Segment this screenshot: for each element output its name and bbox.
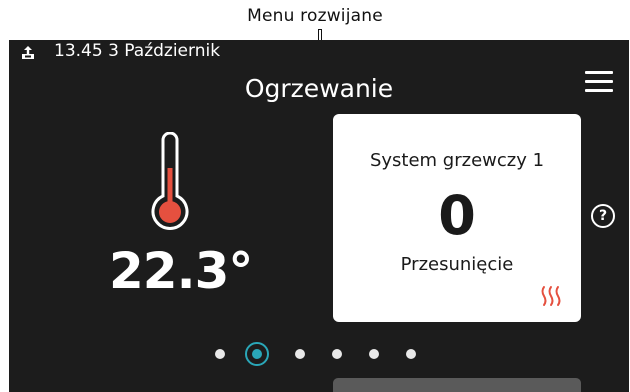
current-temperature: 22.3°: [109, 242, 253, 300]
heat-waves-icon: [541, 286, 561, 306]
page-dot[interactable]: [406, 349, 416, 359]
heating-system-card[interactable]: System grzewczy 1 0 Przesunięcie: [333, 114, 581, 322]
page-dot[interactable]: [215, 349, 225, 359]
card-title: System grzewczy 1: [369, 150, 545, 171]
hamburger-icon: [585, 71, 613, 74]
page-dot[interactable]: [369, 349, 379, 359]
page-dot[interactable]: [295, 349, 305, 359]
annotation-callout: Menu rozwijane: [0, 0, 630, 42]
page-dot[interactable]: [332, 349, 342, 359]
device-screen: 13.45 3 Październik Ogrzewanie 22.3° Sys…: [9, 40, 629, 392]
thermometer-icon: [151, 132, 189, 230]
bottom-panel-tab[interactable]: [333, 378, 581, 392]
offset-value: 0: [438, 184, 476, 247]
status-bar[interactable]: 13.45 3 Październik: [9, 40, 629, 66]
offset-label: Przesunięcie: [400, 254, 514, 275]
help-button[interactable]: ?: [591, 204, 615, 228]
status-datetime: 13.45 3 Październik: [54, 41, 221, 61]
page-dot-active[interactable]: [245, 342, 269, 366]
menu-button[interactable]: [585, 70, 613, 94]
page-title: Ogrzewanie: [244, 74, 394, 103]
usb-upload-icon: [22, 46, 34, 59]
annotation-label: Menu rozwijane: [247, 6, 383, 26]
